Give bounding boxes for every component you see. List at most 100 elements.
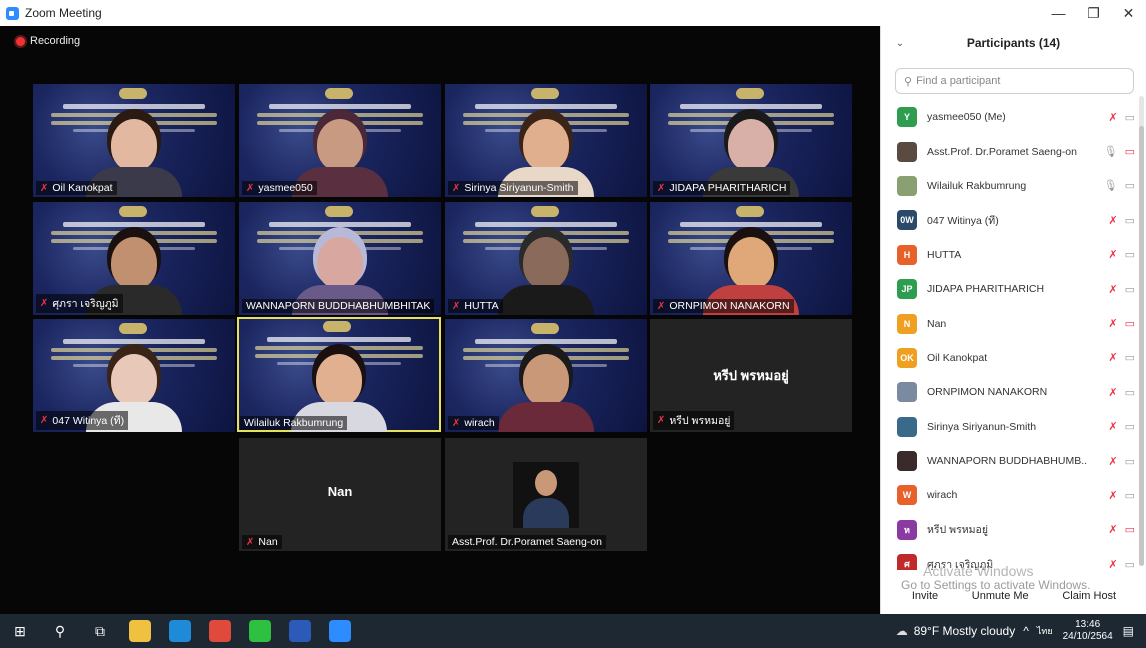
- mic-muted-icon[interactable]: ✗: [1108, 317, 1117, 330]
- minimize-button[interactable]: —: [1041, 0, 1076, 26]
- participant-name: Oil Kanokpat: [927, 351, 988, 364]
- mic-muted-icon: ✗: [657, 182, 666, 194]
- mic-muted-icon[interactable]: ✗: [1108, 111, 1117, 124]
- avatar: OK: [897, 347, 917, 368]
- participant-scrollbar[interactable]: [1139, 96, 1144, 566]
- mic-muted-icon[interactable]: ✗: [1108, 351, 1117, 364]
- participant-row[interactable]: Wilailuk Rakbumrung 🎙︎ ▭: [881, 169, 1139, 203]
- video-tile[interactable]: ✗ 047 Witinya (ที): [33, 319, 235, 432]
- video-tile[interactable]: ✗ ศุภรา เจริญภูมิ: [33, 202, 235, 315]
- mic-muted-icon: ✗: [40, 298, 49, 309]
- mic-muted-icon[interactable]: ✗: [1108, 455, 1117, 468]
- participant-row[interactable]: JP JIDAPA PHARITHARICH ✗ ▭: [881, 272, 1139, 306]
- video-tile[interactable]: Wilailuk Rakbumrung: [237, 317, 441, 432]
- camera-icon[interactable]: ▭: [1125, 214, 1135, 227]
- participant-name: Sirinya Siriyanun-Smith: [464, 182, 574, 194]
- participant-name: JIDAPA PHARITHARICH: [669, 182, 787, 194]
- project-logo-icon: [119, 323, 147, 334]
- restore-button[interactable]: ❐: [1076, 0, 1111, 26]
- mic-muted-icon[interactable]: ✗: [1108, 523, 1117, 536]
- chevron-down-icon[interactable]: ⌄: [881, 38, 919, 49]
- windows-taskbar: ⊞ ⚲ ⧉ ☁ 89°F Mostly cloudy ^ ไทย 13:46 2…: [0, 614, 1146, 648]
- camera-off-icon[interactable]: ▭: [1125, 317, 1135, 330]
- zoom-icon[interactable]: [320, 614, 360, 648]
- mic-muted-icon[interactable]: ✗: [1108, 489, 1117, 502]
- camera-off-icon[interactable]: ▭: [1125, 145, 1135, 158]
- participant-row[interactable]: ORNPIMON NANAKORN ✗ ▭: [881, 375, 1139, 409]
- participant-nameplate: ✗ HUTTA: [448, 299, 503, 313]
- claim-host-button[interactable]: Claim Host: [1062, 590, 1116, 602]
- participant-row[interactable]: N Nan ✗ ▭: [881, 306, 1139, 340]
- project-logo-icon: [736, 206, 764, 217]
- camera-icon[interactable]: ▭: [1125, 351, 1135, 364]
- language-indicator[interactable]: ไทย: [1037, 624, 1053, 638]
- edge-icon[interactable]: [160, 614, 200, 648]
- video-tile[interactable]: ✗ HUTTA: [445, 202, 647, 315]
- project-logo-icon: [531, 206, 559, 217]
- participant-row[interactable]: OK Oil Kanokpat ✗ ▭: [881, 341, 1139, 375]
- project-logo-icon: [531, 323, 559, 334]
- word-icon[interactable]: [280, 614, 320, 648]
- video-tile[interactable]: ✗ Sirinya Siriyanun-Smith: [445, 84, 647, 197]
- participant-row[interactable]: Asst.Prof. Dr.Poramet Saeng-on 🎙︎ ▭: [881, 134, 1139, 168]
- participant-row[interactable]: Yyasmee050 (Me) ✗ ▭: [881, 100, 1139, 134]
- video-tile[interactable]: ✗ Oil Kanokpat: [33, 84, 235, 197]
- chrome-icon[interactable]: [200, 614, 240, 648]
- camera-icon[interactable]: ▭: [1125, 455, 1135, 468]
- mic-muted-icon[interactable]: ✗: [1108, 248, 1117, 261]
- camera-icon[interactable]: ▭: [1125, 248, 1135, 261]
- task-view-icon[interactable]: ⧉: [80, 614, 120, 648]
- mic-muted-icon[interactable]: ✗: [1108, 283, 1117, 296]
- video-tile[interactable]: ✗ wirach: [445, 319, 647, 432]
- camera-icon[interactable]: ▭: [1125, 111, 1135, 124]
- participant-row[interactable]: Sirinya Siriyanun-Smith ✗ ▭: [881, 410, 1139, 444]
- video-tile[interactable]: ✗ JIDAPA PHARITHARICH: [650, 84, 852, 197]
- close-button[interactable]: ✕: [1111, 0, 1146, 26]
- mic-muted-icon: ✗: [657, 300, 666, 312]
- mic-muted-icon[interactable]: ✗: [1108, 420, 1117, 433]
- camera-off-icon[interactable]: ▭: [1125, 523, 1135, 536]
- participant-name: WANNAPORN BUDDHABHUMB...: [927, 455, 1087, 468]
- mic-muted-icon: ✗: [657, 415, 666, 426]
- windows-start-icon[interactable]: ⊞: [0, 614, 40, 648]
- video-tile[interactable]: WANNAPORN BUDDHABHUMBHITAK: [239, 202, 441, 315]
- unmute-me-button[interactable]: Unmute Me: [972, 590, 1029, 602]
- mic-muted-icon: ✗: [40, 415, 49, 426]
- microphone-icon[interactable]: 🎙︎: [1104, 145, 1118, 158]
- mic-muted-icon[interactable]: ✗: [1108, 386, 1117, 399]
- weather-text[interactable]: 89°F Mostly cloudy: [914, 624, 1016, 638]
- participant-name: HUTTA: [927, 248, 962, 261]
- camera-icon[interactable]: ▭: [1125, 179, 1135, 192]
- line-icon[interactable]: [240, 614, 280, 648]
- avatar: [897, 175, 917, 196]
- participant-row[interactable]: H HUTTA ✗ ▭: [881, 238, 1139, 272]
- notification-icon[interactable]: ▤: [1123, 624, 1134, 638]
- participant-nameplate: ✗ Nan: [242, 535, 282, 549]
- invite-button[interactable]: Invite: [912, 590, 938, 602]
- video-tile[interactable]: ✗ yasmee050: [239, 84, 441, 197]
- participant-nameplate: ✗ Oil Kanokpat: [36, 181, 117, 195]
- camera-icon[interactable]: ▭: [1125, 283, 1135, 296]
- camera-icon[interactable]: ▭: [1125, 386, 1135, 399]
- file-explorer-icon[interactable]: [120, 614, 160, 648]
- video-tile[interactable]: ✗ ORNPIMON NANAKORN: [650, 202, 852, 315]
- participant-row[interactable]: ห หรีป พรหมอยู่ ✗ ▭: [881, 513, 1139, 547]
- microphone-icon[interactable]: 🎙︎: [1104, 179, 1118, 192]
- participant-search-input[interactable]: ⚲ Find a participant: [895, 68, 1134, 94]
- mic-muted-icon[interactable]: ✗: [1108, 558, 1117, 570]
- video-tile[interactable]: หรีป พรหมอยู่ ✗ หรีป พรหมอยู่: [650, 319, 852, 432]
- participant-row[interactable]: WANNAPORN BUDDHABHUMB... ✗ ▭: [881, 444, 1139, 478]
- camera-icon[interactable]: ▭: [1125, 558, 1135, 570]
- participant-name: WANNAPORN BUDDHABHUMBHITAK: [246, 300, 431, 312]
- video-tile[interactable]: Asst.Prof. Dr.Poramet Saeng-on: [445, 438, 647, 551]
- participant-row[interactable]: Wwirach ✗ ▭: [881, 478, 1139, 512]
- video-tile[interactable]: Nan ✗ Nan: [239, 438, 441, 551]
- participant-name: JIDAPA PHARITHARICH: [927, 283, 1045, 296]
- camera-icon[interactable]: ▭: [1125, 489, 1135, 502]
- participant-row[interactable]: 0W 047 Witinya (ที) ✗ ▭: [881, 203, 1139, 237]
- camera-icon[interactable]: ▭: [1125, 420, 1135, 433]
- chevron-up-icon[interactable]: ^: [1023, 624, 1029, 638]
- search-icon[interactable]: ⚲: [40, 614, 80, 648]
- clock[interactable]: 13:46 24/10/2564: [1063, 619, 1113, 643]
- mic-muted-icon[interactable]: ✗: [1108, 214, 1117, 227]
